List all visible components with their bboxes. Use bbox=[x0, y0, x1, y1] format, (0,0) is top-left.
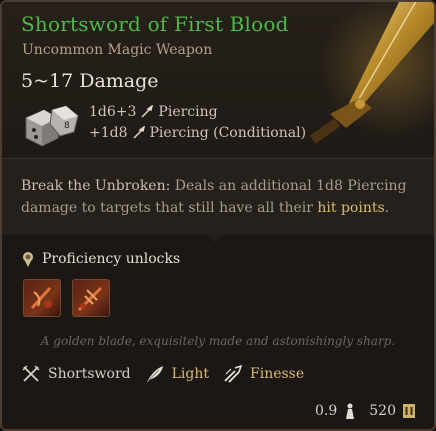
crossed-swords-icon bbox=[22, 365, 40, 382]
weight-icon bbox=[346, 403, 355, 419]
property-shortsword[interactable]: Shortsword bbox=[21, 364, 131, 384]
pierce-action-icon bbox=[77, 286, 103, 312]
proficiency-label: Proficiency unlocks bbox=[42, 251, 181, 267]
item-name: Shortsword of First Blood bbox=[21, 12, 289, 36]
item-tooltip: Shortsword of First Blood Uncommon Magic… bbox=[0, 0, 436, 431]
flavor-text: A golden blade, exquisitely made and ast… bbox=[40, 334, 396, 348]
damage-line-type: Piercing bbox=[158, 104, 218, 120]
property-label: Light bbox=[171, 366, 209, 382]
effect-name: Break the Unbroken: bbox=[21, 178, 171, 194]
dice-icon: 8 bbox=[25, 105, 79, 147]
proficiency-medal-icon bbox=[23, 252, 33, 267]
damage-line-2: +1d8 Piercing (Conditional) bbox=[89, 125, 306, 141]
item-rarity-type: Uncommon Magic Weapon bbox=[22, 42, 213, 58]
damage-line-type: Piercing (Conditional) bbox=[149, 125, 307, 141]
property-label: Finesse bbox=[250, 366, 305, 382]
item-weight: 0.9 bbox=[315, 403, 338, 419]
tooltip-header: Shortsword of First Blood Uncommon Magic… bbox=[2, 2, 434, 158]
proficiency-unlocks: Proficiency unlocks bbox=[21, 251, 180, 267]
slash-action-icon bbox=[30, 286, 52, 310]
property-label: Shortsword bbox=[48, 366, 131, 382]
effect-description: Break the Unbroken: Deals an additional … bbox=[21, 175, 411, 219]
damage-line-dice: 1d6+3 bbox=[89, 104, 137, 120]
effect-text-end: . bbox=[384, 200, 390, 216]
damage-range: 5~17 Damage bbox=[21, 70, 159, 92]
gold-coins-icon bbox=[403, 404, 415, 418]
property-light[interactable]: Light bbox=[145, 364, 209, 384]
proficiency-action-1[interactable] bbox=[23, 279, 61, 317]
feather-icon bbox=[146, 366, 163, 383]
property-finesse[interactable]: Finesse bbox=[223, 364, 304, 384]
damage-line-dice: +1d8 bbox=[89, 125, 128, 141]
svg-text:8: 8 bbox=[64, 121, 70, 131]
shortsword-art-icon bbox=[309, 2, 434, 144]
proficiency-action-2[interactable] bbox=[72, 279, 110, 317]
piercing-icon bbox=[132, 126, 145, 139]
item-value: 520 bbox=[369, 403, 396, 419]
finesse-icon bbox=[224, 364, 243, 383]
hit-points-link[interactable]: hit points bbox=[317, 200, 384, 216]
damage-line-1: 1d6+3 Piercing bbox=[89, 104, 218, 120]
piercing-icon bbox=[141, 105, 154, 118]
weapon-properties: Shortsword Light Finesse bbox=[21, 364, 318, 384]
item-footer: 0.9 520 bbox=[315, 403, 416, 419]
